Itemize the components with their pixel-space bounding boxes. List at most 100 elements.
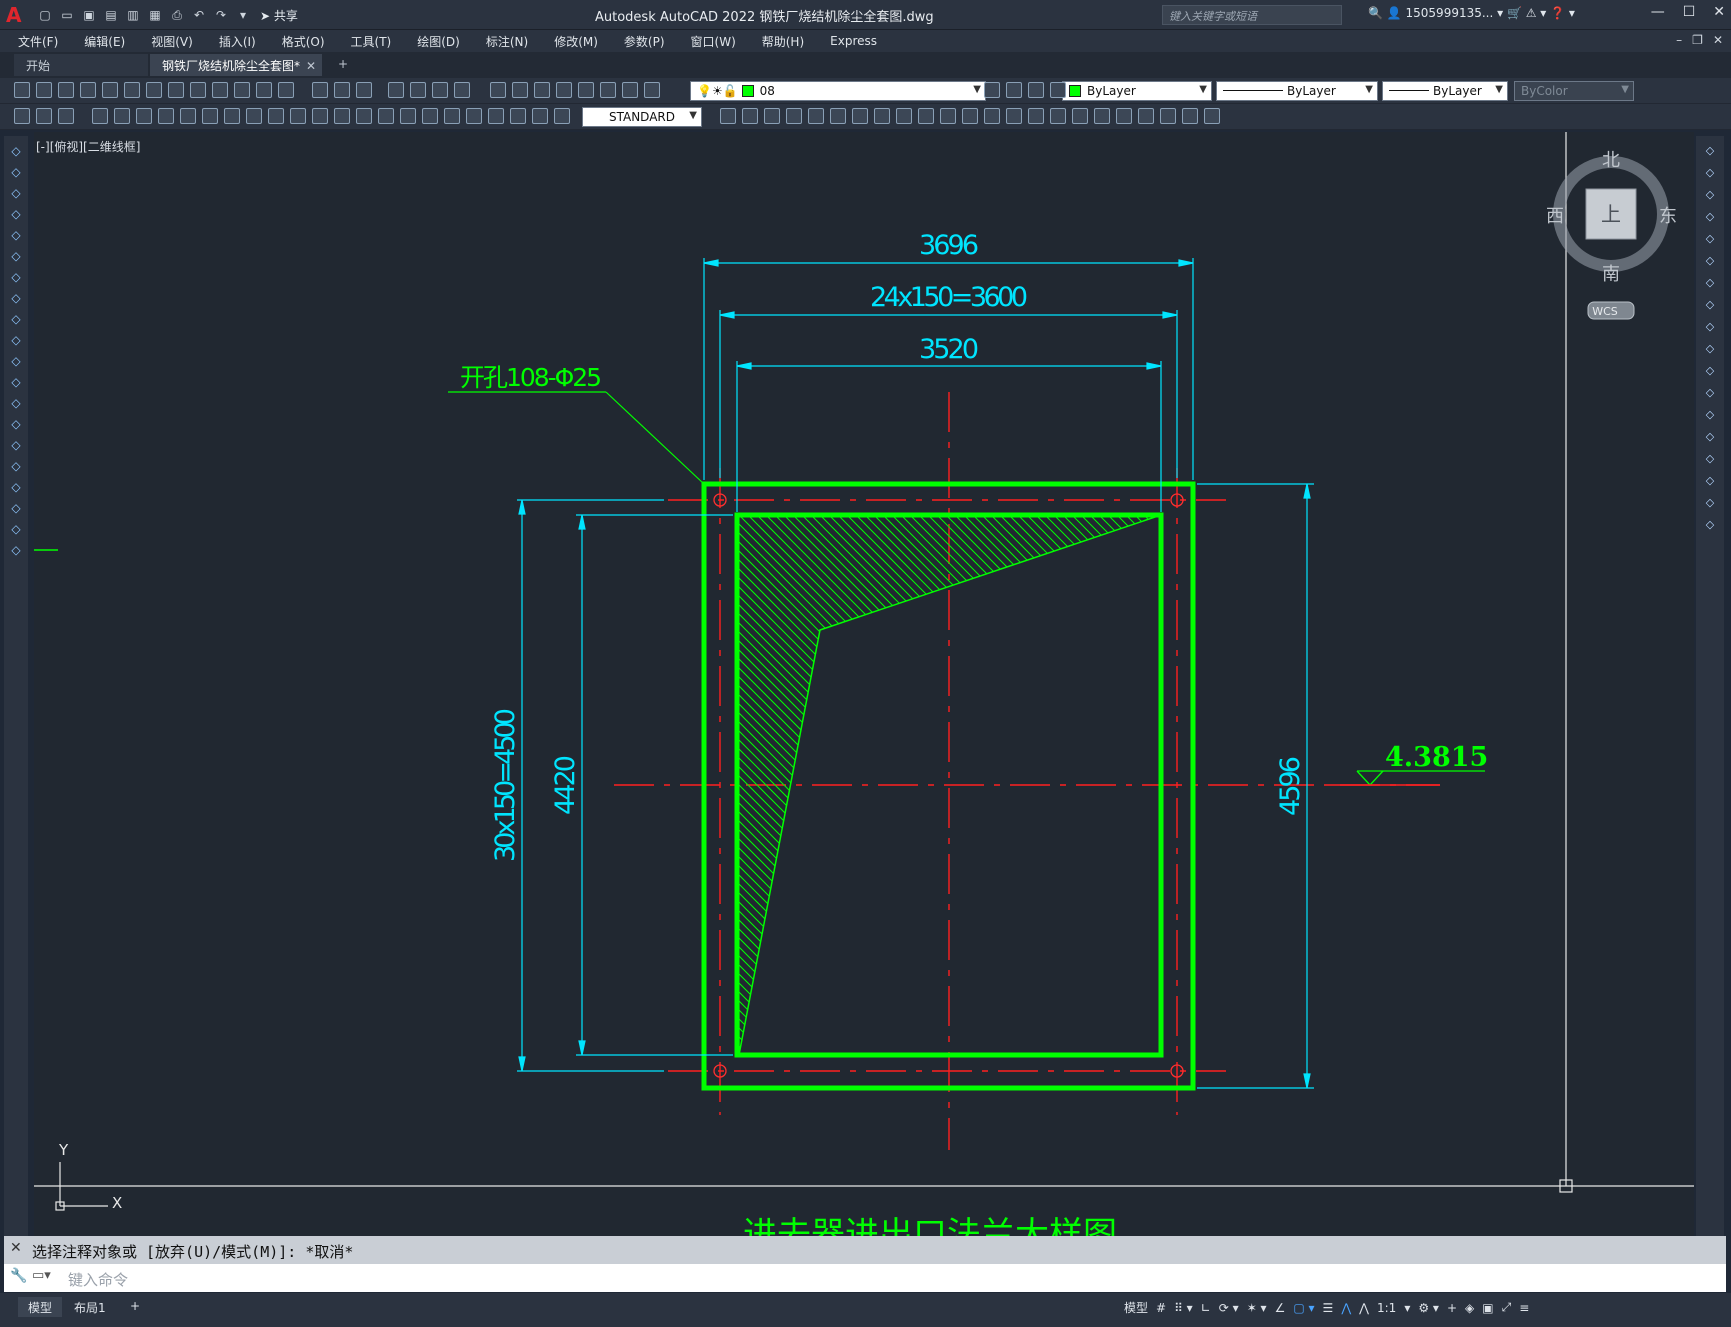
toolbar-tool-icon[interactable] [422, 108, 438, 124]
toolbar-tool-icon[interactable] [918, 108, 934, 124]
toolbar-tool-icon[interactable] [212, 82, 228, 98]
toolbar-tool-icon[interactable] [554, 108, 570, 124]
toolbar-tool-icon[interactable] [984, 108, 1000, 124]
toolbar-tool-icon[interactable] [578, 82, 594, 98]
tab-model[interactable]: 模型 [18, 1297, 63, 1317]
grid-icon[interactable]: # [1156, 1301, 1166, 1315]
isodraft-icon[interactable]: ✶ ▾ [1247, 1301, 1267, 1315]
toolbar-tool-icon[interactable] [874, 108, 890, 124]
osnap-track-icon[interactable]: ∠ [1275, 1301, 1286, 1315]
hardware-accel-icon[interactable]: ▣ [1482, 1301, 1493, 1315]
menu-insert[interactable]: 插入(I) [219, 33, 256, 50]
menu-parameters[interactable]: 参数(P) [624, 33, 665, 50]
toolbar-tool-icon[interactable] [146, 82, 162, 98]
toolbar-tool-icon[interactable] [1094, 108, 1110, 124]
plot-icon[interactable]: ⎙ [168, 6, 186, 24]
scale-chevron-icon[interactable]: ▾ [1404, 1301, 1410, 1315]
toolbar-tool-icon[interactable] [102, 82, 118, 98]
toolbar-tool-icon[interactable] [512, 82, 528, 98]
palette-tool-icon[interactable]: ◇ [8, 543, 24, 557]
autocad-logo-icon[interactable]: A [6, 3, 28, 27]
annotation-visibility-icon[interactable]: ⋀ [1341, 1301, 1351, 1315]
tab-document[interactable]: 钢铁厂烧结机除尘全套图* ✕ [150, 54, 322, 76]
toolbar-tool-icon[interactable] [534, 82, 550, 98]
palette-tool-icon[interactable]: ◇ [1702, 210, 1718, 224]
toolbar-tool-icon[interactable] [432, 82, 448, 98]
toolbar-tool-icon[interactable] [202, 108, 218, 124]
palette-tool-icon[interactable]: ◇ [1702, 254, 1718, 268]
toolbar-tool-icon[interactable] [388, 82, 404, 98]
toolbar-tool-icon[interactable] [14, 82, 30, 98]
palette-tool-icon[interactable]: ◇ [1702, 342, 1718, 356]
toolbar-tool-icon[interactable] [180, 108, 196, 124]
palette-tool-icon[interactable]: ◇ [8, 249, 24, 263]
minimize-icon[interactable]: — [1651, 4, 1665, 20]
toolbar-tool-icon[interactable] [1050, 82, 1066, 98]
customize-icon[interactable]: ≡ [1519, 1301, 1529, 1315]
toolbar-tool-icon[interactable] [1182, 108, 1198, 124]
palette-tool-icon[interactable]: ◇ [1702, 452, 1718, 466]
palette-tool-icon[interactable]: ◇ [8, 417, 24, 431]
color-dropdown[interactable]: ByLayer ▼ [1062, 81, 1212, 101]
new-tab-button[interactable]: + [332, 54, 356, 76]
toolbar-tool-icon[interactable] [962, 108, 978, 124]
toolbar-tool-icon[interactable] [1116, 108, 1132, 124]
palette-tool-icon[interactable]: ◇ [1702, 276, 1718, 290]
toolbar-tool-icon[interactable] [896, 108, 912, 124]
gear-icon[interactable]: ⚙ ▾ [1418, 1301, 1439, 1315]
toolbar-tool-icon[interactable] [830, 108, 846, 124]
close-icon[interactable]: ✕ [1713, 4, 1725, 20]
toolbar-tool-icon[interactable] [444, 108, 460, 124]
model-space-toggle[interactable]: 模型 [1124, 1299, 1148, 1316]
toolbar-tool-icon[interactable] [58, 108, 74, 124]
snap-icon[interactable]: ⠿ ▾ [1174, 1301, 1193, 1315]
tab-start[interactable]: 开始 [14, 54, 148, 76]
toolbar-tool-icon[interactable] [256, 82, 272, 98]
menu-dimension[interactable]: 标注(N) [486, 33, 528, 50]
toolbar-tool-icon[interactable] [234, 82, 250, 98]
menu-draw[interactable]: 绘图(D) [417, 33, 460, 50]
lineweight-dropdown[interactable]: ByLayer ▼ [1382, 81, 1508, 101]
toolbar-tool-icon[interactable] [556, 82, 572, 98]
toolbar-tool-icon[interactable] [190, 82, 206, 98]
palette-tool-icon[interactable]: ◇ [8, 312, 24, 326]
user-account[interactable]: 🔍 👤 1505999135... ▾ 🛒 ⚠ ▾ ❓ ▾ [1368, 6, 1575, 20]
isolate-icon[interactable]: ◈ [1465, 1301, 1474, 1315]
open-web-icon[interactable]: ▥ [124, 6, 142, 24]
palette-tool-icon[interactable]: ◇ [8, 501, 24, 515]
annotation-scale[interactable]: 1:1 [1377, 1301, 1396, 1315]
toolbar-tool-icon[interactable] [92, 108, 108, 124]
toolbar-tool-icon[interactable] [984, 82, 1000, 98]
toolbar-tool-icon[interactable] [114, 108, 130, 124]
toolbar-tool-icon[interactable] [600, 82, 616, 98]
menu-view[interactable]: 视图(V) [151, 33, 193, 50]
menu-format[interactable]: 格式(O) [282, 33, 325, 50]
toolbar-tool-icon[interactable] [334, 82, 350, 98]
palette-tool-icon[interactable]: ◇ [1702, 364, 1718, 378]
toolbar-tool-icon[interactable] [36, 82, 52, 98]
lineweight-icon[interactable]: ☰ [1323, 1301, 1334, 1315]
palette-tool-icon[interactable]: ◇ [1702, 518, 1718, 532]
linetype-dropdown[interactable]: ByLayer ▼ [1216, 81, 1378, 101]
menu-express[interactable]: Express [830, 34, 877, 48]
viewcube-east[interactable]: 东 [1659, 206, 1677, 227]
toolbar-tool-icon[interactable] [1028, 108, 1044, 124]
palette-tool-icon[interactable]: ◇ [8, 333, 24, 347]
toolbar-tool-icon[interactable] [356, 108, 372, 124]
toolbar-tool-icon[interactable] [1160, 108, 1176, 124]
layer-dropdown[interactable]: 💡☀🔓 08 ▼ [690, 81, 986, 101]
toolbar-tool-icon[interactable] [80, 82, 96, 98]
toolbar-tool-icon[interactable] [268, 108, 284, 124]
palette-tool-icon[interactable]: ◇ [8, 396, 24, 410]
toolbar-tool-icon[interactable] [532, 108, 548, 124]
palette-tool-icon[interactable]: ◇ [1702, 496, 1718, 510]
palette-tool-icon[interactable]: ◇ [8, 270, 24, 284]
toolbar-tool-icon[interactable] [36, 108, 52, 124]
toolbar-tool-icon[interactable] [1138, 108, 1154, 124]
toolbar-tool-icon[interactable] [158, 108, 174, 124]
doc-minimize-icon[interactable]: – [1676, 33, 1682, 47]
save-as-icon[interactable]: ▤ [102, 6, 120, 24]
tab-layout1[interactable]: 布局1 [64, 1297, 116, 1317]
toolbar-tool-icon[interactable] [14, 108, 30, 124]
command-input[interactable]: 🔧 ▭▾ 键入命令 [4, 1264, 1726, 1292]
